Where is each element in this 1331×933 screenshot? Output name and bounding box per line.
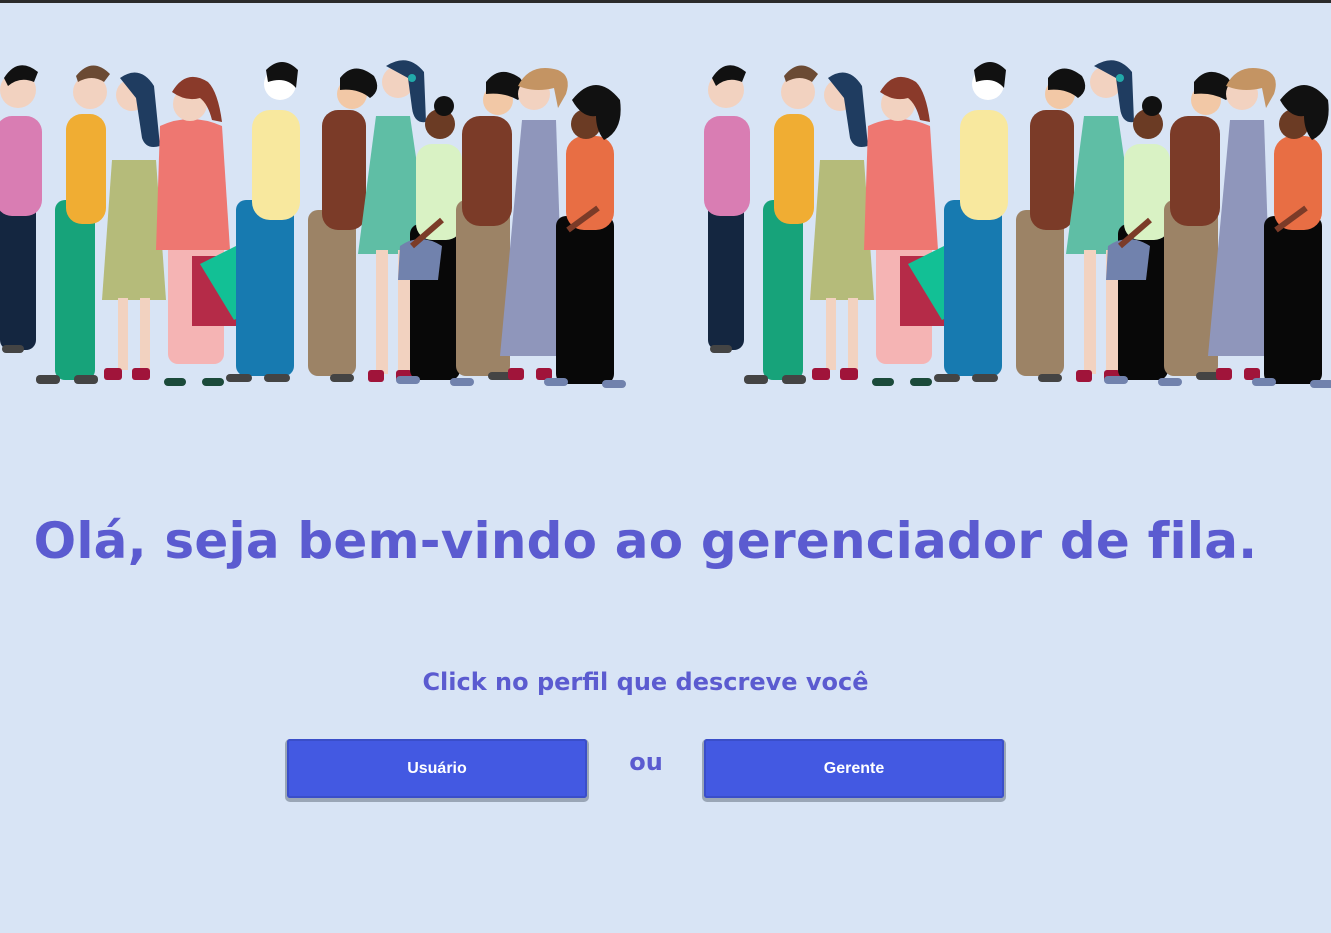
window-top-border (0, 0, 1331, 3)
or-separator: ou (629, 748, 663, 776)
page-title: Olá, seja bem-vindo ao gerenciador de fi… (33, 512, 1258, 570)
manager-profile-button[interactable]: Gerente (704, 739, 1004, 798)
profile-prompt: Click no perfil que descreve você (422, 668, 869, 696)
user-profile-button[interactable]: Usuário (287, 739, 587, 798)
queue-illustration (0, 40, 1331, 400)
